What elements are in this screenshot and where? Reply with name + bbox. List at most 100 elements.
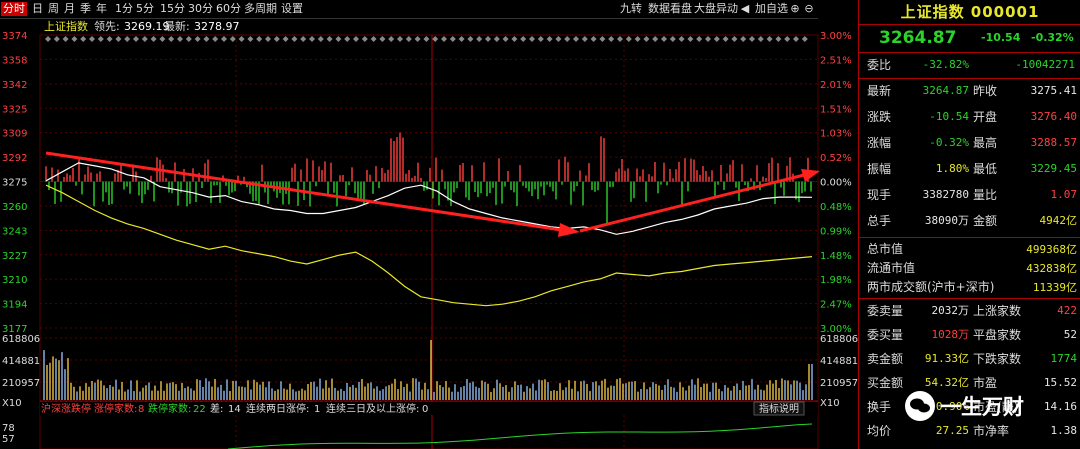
chart-toolbar: 分时 日 周 月 季 年 1分 5分 15分 30分 60分 多周期 设置 九转… bbox=[0, 0, 818, 19]
event-marker bbox=[309, 36, 315, 42]
event-marker bbox=[643, 36, 650, 42]
pct-tick-label: 2.51% bbox=[820, 55, 852, 66]
breadth-tick-label: 78 bbox=[2, 423, 15, 434]
tab-multi-period[interactable]: 多周期 bbox=[242, 2, 279, 16]
event-marker bbox=[687, 36, 694, 42]
event-marker bbox=[546, 36, 553, 42]
volume-tick-label: 210957 bbox=[2, 378, 40, 389]
event-marker bbox=[203, 36, 210, 42]
limit-up-label: 涨停家数: bbox=[94, 402, 137, 415]
price-change-pct: -0.32% bbox=[1031, 31, 1074, 44]
three-day-label: 连续三日及以上涨停: bbox=[326, 402, 419, 415]
quote-value: 3288.57 bbox=[1030, 136, 1077, 149]
tab-30min[interactable]: 30分 bbox=[186, 2, 215, 16]
quote-label: 涨跌 bbox=[867, 110, 892, 124]
tab-month[interactable]: 月 bbox=[62, 2, 77, 16]
event-marker bbox=[150, 36, 157, 42]
order-value: 422 bbox=[1057, 304, 1077, 317]
event-marker bbox=[784, 36, 791, 42]
pct-tick-label: 2.47% bbox=[820, 300, 852, 311]
price-tick-label: 3243 bbox=[2, 226, 27, 237]
event-marker bbox=[793, 36, 799, 42]
event-marker bbox=[599, 36, 606, 42]
event-marker bbox=[212, 36, 219, 42]
event-marker bbox=[229, 36, 236, 42]
price-tick-label: 3374 bbox=[2, 31, 27, 42]
watermark-text: 一生万财 bbox=[940, 395, 1024, 419]
event-marker bbox=[159, 36, 166, 42]
price-tick-label: 3260 bbox=[2, 202, 27, 213]
quote-label: 昨收 bbox=[973, 84, 998, 98]
tab-settings[interactable]: 设置 bbox=[279, 2, 305, 16]
quote-label: 量比 bbox=[973, 188, 998, 202]
event-marker bbox=[555, 36, 562, 42]
event-marker bbox=[247, 36, 254, 42]
pct-tick-label: 0.99% bbox=[820, 226, 852, 237]
tab-week[interactable]: 周 bbox=[46, 2, 61, 16]
event-marker bbox=[502, 36, 509, 42]
order-value: 1028万 bbox=[931, 328, 970, 341]
tab-15min[interactable]: 15分 bbox=[158, 2, 187, 16]
order-row: 委卖量 2032万 上涨家数 422 bbox=[859, 300, 1080, 322]
pct-tick-label: 0.52% bbox=[820, 153, 852, 164]
event-marker bbox=[185, 36, 192, 42]
tab-intraday[interactable]: 分时 bbox=[1, 2, 27, 16]
tab-quarter[interactable]: 季 bbox=[78, 2, 93, 16]
zoom-in-icon[interactable]: ⊕ bbox=[789, 2, 801, 15]
volume-tick-label: 414881 bbox=[820, 356, 858, 367]
price-tick-label: 3325 bbox=[2, 104, 27, 115]
event-marker bbox=[97, 36, 104, 42]
event-marker bbox=[221, 36, 227, 42]
index-name: 上证指数 bbox=[44, 19, 88, 33]
tab-1min[interactable]: 1分 bbox=[113, 2, 135, 16]
event-marker bbox=[449, 36, 456, 42]
tab-year[interactable]: 年 bbox=[94, 2, 109, 16]
intraday-chart[interactable]: 上证指数 领先: 3269.19 最新: 3278.97 3374 3.00% 33… bbox=[0, 18, 858, 449]
event-marker bbox=[80, 36, 87, 42]
event-marker bbox=[661, 36, 667, 42]
three-day-value: 0 bbox=[422, 404, 428, 415]
event-marker bbox=[625, 36, 632, 42]
tab-day[interactable]: 日 bbox=[30, 2, 45, 16]
market-value: 11339亿 bbox=[1032, 281, 1077, 294]
breadth-title: 沪深涨跌停 bbox=[41, 402, 91, 415]
event-marker bbox=[256, 36, 263, 42]
event-marker bbox=[581, 36, 588, 42]
market-alert-button[interactable]: 大盘异动 bbox=[694, 2, 738, 16]
leader-label: 领先: bbox=[94, 20, 120, 33]
back-arrow-icon[interactable]: ◀ bbox=[739, 2, 751, 15]
event-marker bbox=[141, 36, 148, 42]
nine-turn-button[interactable]: 九转 bbox=[620, 2, 642, 16]
quote-label: 总手 bbox=[867, 214, 892, 228]
breadth-tick-label: 57 bbox=[2, 434, 15, 445]
tab-60min[interactable]: 60分 bbox=[214, 2, 243, 16]
quote-value: -10.54 bbox=[929, 110, 969, 123]
event-marker bbox=[617, 36, 623, 42]
chart-frame bbox=[39, 34, 819, 449]
event-marker bbox=[696, 36, 703, 42]
pct-tick-label: 2.01% bbox=[820, 80, 852, 91]
event-marker bbox=[388, 36, 395, 42]
tab-5min[interactable]: 5分 bbox=[134, 2, 156, 16]
order-row: 卖金额 91.33亿 下跌家数 1774 bbox=[859, 348, 1080, 370]
quote-value: 4942亿 bbox=[1039, 214, 1078, 227]
event-marker bbox=[476, 36, 483, 42]
zoom-out-icon[interactable]: ⊖ bbox=[803, 2, 815, 15]
event-marker bbox=[458, 36, 465, 42]
quote-row: 涨跌 -10.54 开盘 3276.40 bbox=[859, 106, 1080, 128]
quote-value: 1.07 bbox=[1050, 188, 1078, 201]
quote-row: 振幅 1.80% 最低 3229.45 bbox=[859, 158, 1080, 180]
latest-value: 3278.97 bbox=[194, 20, 240, 33]
quote-row: 现手 3382780 量比 1.07 bbox=[859, 184, 1080, 206]
event-marker bbox=[529, 36, 535, 42]
weibi-pct: -32.82% bbox=[922, 58, 969, 71]
order-label: 换手 bbox=[867, 400, 892, 414]
add-favorite-button[interactable]: 加自选 bbox=[755, 2, 788, 16]
event-marker bbox=[423, 36, 430, 42]
data-board-button[interactable]: 数据看盘 bbox=[648, 2, 692, 16]
event-marker bbox=[493, 36, 500, 42]
pct-tick-label: 3.00% bbox=[820, 31, 852, 42]
event-marker bbox=[766, 36, 773, 42]
event-marker bbox=[564, 36, 571, 42]
market-cap-row: 流通市值 432838亿 bbox=[859, 259, 1080, 278]
